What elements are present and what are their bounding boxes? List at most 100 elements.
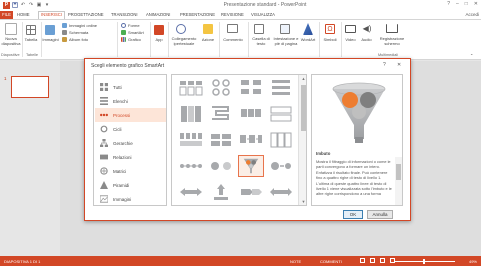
screenshot-button[interactable]: Schermata (69, 30, 88, 35)
layout-thumbnail[interactable] (208, 181, 234, 203)
apps-button[interactable]: App (152, 37, 166, 42)
collapse-ribbon-icon[interactable]: ⌃ (470, 53, 473, 58)
layout-thumbnail[interactable] (238, 181, 264, 203)
tab-file[interactable]: FILE (0, 11, 13, 19)
dialog-close-button[interactable]: ✕ (397, 62, 401, 68)
layout-thumbnail[interactable] (268, 103, 294, 125)
textbox-button[interactable]: Casella di testo (250, 36, 272, 46)
online-images-button[interactable]: Immagini online (69, 23, 97, 28)
tab-insert[interactable]: INSERISCI (38, 11, 65, 19)
images-icon[interactable] (45, 25, 55, 35)
description-scroll-thumb[interactable] (396, 164, 401, 180)
description-scrollbar[interactable] (395, 157, 402, 205)
audio-icon[interactable]: ◀) (362, 24, 372, 34)
category-picture[interactable]: Immagini (95, 192, 166, 205)
layout-thumbnail[interactable] (238, 77, 264, 99)
customize-qat-icon[interactable]: ▾ (44, 2, 50, 8)
scroll-up-arrow[interactable]: ▲ (300, 76, 306, 81)
layout-thumbnail[interactable] (178, 181, 204, 203)
tab-slideshow[interactable]: PRESENTAZIONE (180, 11, 215, 19)
hyperlink-button[interactable]: Collegamento ipertestuale (170, 36, 198, 46)
zoom-level[interactable]: 49% (469, 259, 477, 264)
smartart-button[interactable]: SmartArt (128, 30, 144, 35)
images-button[interactable]: Immagini (42, 37, 59, 42)
action-button[interactable]: Azione (199, 37, 217, 42)
category-all[interactable]: Tutti (95, 80, 166, 94)
comments-button[interactable]: COMMENTI (320, 259, 342, 264)
layout-thumbnail[interactable] (208, 129, 234, 151)
layout-thumbnail[interactable] (238, 103, 264, 125)
ok-button[interactable]: OK (343, 210, 363, 219)
scroll-down-arrow[interactable]: ▼ (300, 199, 306, 204)
gallery-scrollbar[interactable]: ▲ ▼ (298, 75, 306, 205)
layout-thumbnail[interactable] (178, 129, 204, 151)
chart-button[interactable]: Grafico (128, 37, 141, 42)
header-footer-icon[interactable] (280, 24, 290, 34)
comment-button[interactable]: Commento (220, 37, 246, 42)
tab-home[interactable]: HOME (17, 11, 30, 19)
save-icon[interactable] (12, 2, 18, 8)
tab-review[interactable]: REVISIONE (221, 11, 244, 19)
textbox-icon[interactable] (254, 24, 264, 34)
layout-thumbnail[interactable] (268, 129, 294, 151)
tab-design[interactable]: PROGETTAZIONE (68, 11, 104, 19)
zoom-slider[interactable] (395, 261, 455, 262)
header-footer-button[interactable]: Intestazione e piè di pagina (273, 36, 299, 46)
category-pyramid[interactable]: Piramidi (95, 178, 166, 192)
tab-transitions[interactable]: TRANSIZIONI (111, 11, 138, 19)
category-hierarchy[interactable]: Gerarchie (95, 136, 166, 150)
screen-recording-button[interactable]: Registrazione schermo (376, 36, 408, 46)
category-matrix[interactable]: Matrici (95, 164, 166, 178)
layout-thumbnail[interactable] (178, 103, 204, 125)
reading-view-icon[interactable] (380, 258, 385, 263)
cancel-button[interactable]: Annulla (367, 210, 393, 219)
screen-recording-icon[interactable] (386, 24, 398, 33)
redo-icon[interactable]: ↷ (28, 2, 34, 8)
wordart-button[interactable]: WordArt (299, 37, 317, 42)
sign-in-link[interactable]: Accedi (465, 11, 479, 19)
symbols-button[interactable]: Simboli (321, 37, 339, 42)
category-list-layouts[interactable]: Elenchi (95, 94, 166, 108)
layout-thumbnail[interactable] (238, 129, 264, 151)
new-slide-button[interactable]: Nuova diapositiva (1, 36, 21, 46)
action-icon[interactable] (203, 24, 213, 34)
audio-button[interactable]: Audio (359, 37, 374, 42)
slide-thumbnail[interactable] (11, 76, 49, 98)
category-cycle[interactable]: Cicli (95, 122, 166, 136)
slide-sorter-view-icon[interactable] (370, 258, 375, 263)
category-process[interactable]: Processi (95, 108, 166, 122)
notes-button[interactable]: NOTE (290, 259, 301, 264)
video-button[interactable]: Video (343, 37, 358, 42)
wordart-icon[interactable] (303, 23, 313, 35)
layout-thumbnail[interactable] (268, 77, 294, 99)
symbols-icon[interactable]: Ω (325, 24, 335, 34)
layout-thumbnail[interactable] (268, 181, 294, 203)
layout-thumbnail[interactable] (178, 155, 204, 177)
video-icon[interactable] (345, 25, 356, 33)
layout-thumbnail[interactable] (178, 77, 204, 99)
shapes-button[interactable]: Forme (128, 23, 140, 28)
table-icon[interactable] (26, 25, 36, 35)
maximize-button[interactable]: □ (465, 1, 468, 7)
undo-icon[interactable]: ↶ (20, 2, 26, 8)
gallery-scroll-thumb[interactable] (301, 85, 306, 131)
layout-thumbnail[interactable] (208, 77, 234, 99)
layout-thumbnail-funnel-selected[interactable] (238, 155, 264, 177)
start-slideshow-icon[interactable]: ▣ (36, 2, 42, 8)
dialog-help-button[interactable]: ? (383, 62, 386, 68)
layout-thumbnail[interactable] (208, 155, 234, 177)
new-slide-icon[interactable] (5, 23, 17, 35)
normal-view-icon[interactable] (360, 258, 365, 263)
layout-thumbnail[interactable] (268, 155, 294, 177)
photo-album-button[interactable]: Album foto (69, 37, 88, 42)
apps-icon[interactable] (154, 25, 164, 35)
tab-animations[interactable]: ANIMAZIONI (146, 11, 170, 19)
close-window-button[interactable]: ✕ (474, 1, 478, 7)
category-relationship[interactable]: Relazioni (95, 150, 166, 164)
table-button[interactable]: Tabella (23, 37, 39, 42)
minimize-button[interactable]: – (456, 1, 459, 7)
tab-view[interactable]: VISUALIZZA (251, 11, 275, 19)
help-button[interactable]: ? (447, 1, 450, 7)
zoom-slider-thumb[interactable] (423, 259, 425, 264)
layout-thumbnail[interactable] (208, 103, 234, 125)
